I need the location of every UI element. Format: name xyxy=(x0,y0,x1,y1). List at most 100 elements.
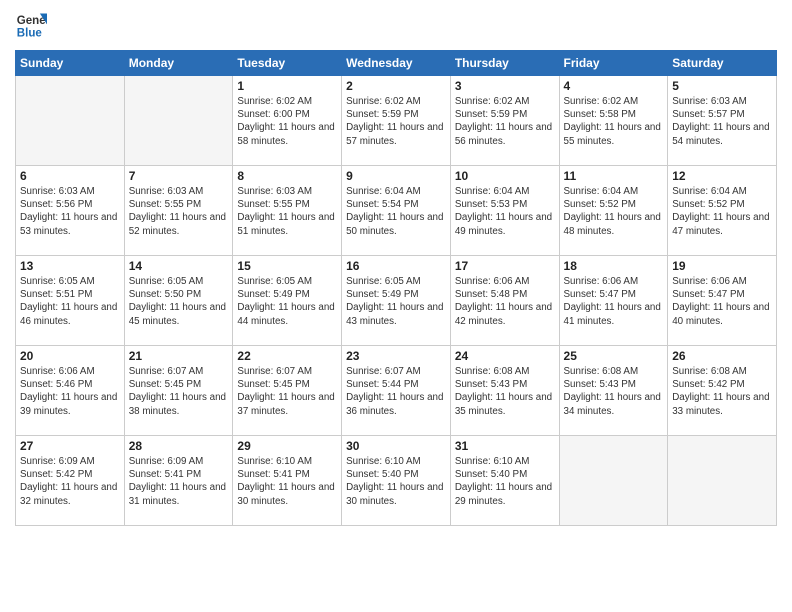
weekday-header-tuesday: Tuesday xyxy=(233,51,342,76)
weekday-header-thursday: Thursday xyxy=(450,51,559,76)
day-number: 9 xyxy=(346,169,446,183)
day-info: Sunrise: 6:08 AM Sunset: 5:42 PM Dayligh… xyxy=(672,365,772,418)
calendar-cell: 9 Sunrise: 6:04 AM Sunset: 5:54 PM Daylig… xyxy=(342,166,451,256)
calendar-cell: 14 Sunrise: 6:05 AM Sunset: 5:50 PM Dayli… xyxy=(124,256,233,346)
calendar-week-4: 20 Sunrise: 6:06 AM Sunset: 5:46 PM Dayli… xyxy=(16,346,777,436)
day-number: 17 xyxy=(455,259,555,273)
calendar-header: SundayMondayTuesdayWednesdayThursdayFrid… xyxy=(16,51,777,76)
calendar-cell: 10 Sunrise: 6:04 AM Sunset: 5:53 PM Dayli… xyxy=(450,166,559,256)
calendar-cell: 25Sunrise: 6:08 AM Sunset: 5:43 PM Dayli… xyxy=(559,346,668,436)
calendar-week-2: 6 Sunrise: 6:03 AM Sunset: 5:56 PM Daylig… xyxy=(16,166,777,256)
calendar-cell: 22 Sunrise: 6:07 AM Sunset: 5:45 PM Dayli… xyxy=(233,346,342,436)
day-info: Sunrise: 6:06 AM Sunset: 5:46 PM Dayligh… xyxy=(20,365,120,418)
calendar-cell: 2 Sunrise: 6:02 AM Sunset: 5:59 PM Daylig… xyxy=(342,76,451,166)
calendar-cell: 28 Sunrise: 6:09 AM Sunset: 5:41 PM Dayli… xyxy=(124,436,233,526)
day-info: Sunrise: 6:02 AM Sunset: 5:58 PM Dayligh… xyxy=(564,95,664,148)
day-info: Sunrise: 6:08 AM Sunset: 5:43 PM Dayligh… xyxy=(564,365,664,418)
day-number: 20 xyxy=(20,349,120,363)
calendar-cell: 17 Sunrise: 6:06 AM Sunset: 5:48 PM Dayli… xyxy=(450,256,559,346)
calendar-cell: 8 Sunrise: 6:03 AM Sunset: 5:55 PM Daylig… xyxy=(233,166,342,256)
calendar-week-5: 27 Sunrise: 6:09 AM Sunset: 5:42 PM Dayli… xyxy=(16,436,777,526)
logo: General Blue xyxy=(15,10,53,42)
day-info: Sunrise: 6:03 AM Sunset: 5:57 PM Dayligh… xyxy=(672,95,772,148)
day-number: 11 xyxy=(564,169,664,183)
day-info: Sunrise: 6:05 AM Sunset: 5:49 PM Dayligh… xyxy=(346,275,446,328)
day-number: 28 xyxy=(129,439,229,453)
day-number: 5 xyxy=(672,79,772,93)
day-number: 19 xyxy=(672,259,772,273)
day-number: 3 xyxy=(455,79,555,93)
day-number: 14 xyxy=(129,259,229,273)
weekday-row: SundayMondayTuesdayWednesdayThursdayFrid… xyxy=(16,51,777,76)
day-number: 12 xyxy=(672,169,772,183)
calendar-cell: 31 Sunrise: 6:10 AM Sunset: 5:40 PM Dayli… xyxy=(450,436,559,526)
day-number: 7 xyxy=(129,169,229,183)
day-info: Sunrise: 6:09 AM Sunset: 5:41 PM Dayligh… xyxy=(129,455,229,508)
calendar-cell xyxy=(16,76,125,166)
day-info: Sunrise: 6:10 AM Sunset: 5:41 PM Dayligh… xyxy=(237,455,337,508)
day-info: Sunrise: 6:04 AM Sunset: 5:52 PM Dayligh… xyxy=(564,185,664,238)
calendar-week-3: 13 Sunrise: 6:05 AM Sunset: 5:51 PM Dayli… xyxy=(16,256,777,346)
day-number: 13 xyxy=(20,259,120,273)
day-number: 18 xyxy=(564,259,664,273)
day-info: Sunrise: 6:03 AM Sunset: 5:55 PM Dayligh… xyxy=(129,185,229,238)
day-info: Sunrise: 6:07 AM Sunset: 5:44 PM Dayligh… xyxy=(346,365,446,418)
day-number: 10 xyxy=(455,169,555,183)
day-info: Sunrise: 6:07 AM Sunset: 5:45 PM Dayligh… xyxy=(237,365,337,418)
calendar-cell: 19 Sunrise: 6:06 AM Sunset: 5:47 PM Dayli… xyxy=(668,256,777,346)
day-number: 21 xyxy=(129,349,229,363)
header: General Blue xyxy=(15,10,777,42)
calendar-body: 1 Sunrise: 6:02 AM Sunset: 6:00 PM Daylig… xyxy=(16,76,777,526)
calendar-cell: 26 Sunrise: 6:08 AM Sunset: 5:42 PM Dayli… xyxy=(668,346,777,436)
calendar-cell: 23Sunrise: 6:07 AM Sunset: 5:44 PM Dayli… xyxy=(342,346,451,436)
logo-icon: General Blue xyxy=(15,10,47,42)
day-info: Sunrise: 6:07 AM Sunset: 5:45 PM Dayligh… xyxy=(129,365,229,418)
day-number: 2 xyxy=(346,79,446,93)
day-number: 27 xyxy=(20,439,120,453)
day-number: 26 xyxy=(672,349,772,363)
day-info: Sunrise: 6:04 AM Sunset: 5:54 PM Dayligh… xyxy=(346,185,446,238)
day-info: Sunrise: 6:09 AM Sunset: 5:42 PM Dayligh… xyxy=(20,455,120,508)
day-number: 15 xyxy=(237,259,337,273)
calendar-week-1: 1 Sunrise: 6:02 AM Sunset: 6:00 PM Daylig… xyxy=(16,76,777,166)
day-number: 6 xyxy=(20,169,120,183)
day-info: Sunrise: 6:02 AM Sunset: 5:59 PM Dayligh… xyxy=(346,95,446,148)
calendar-cell: 1 Sunrise: 6:02 AM Sunset: 6:00 PM Daylig… xyxy=(233,76,342,166)
calendar-cell: 6 Sunrise: 6:03 AM Sunset: 5:56 PM Daylig… xyxy=(16,166,125,256)
day-number: 4 xyxy=(564,79,664,93)
calendar-cell: 12Sunrise: 6:04 AM Sunset: 5:52 PM Dayli… xyxy=(668,166,777,256)
weekday-header-monday: Monday xyxy=(124,51,233,76)
day-info: Sunrise: 6:03 AM Sunset: 5:55 PM Dayligh… xyxy=(237,185,337,238)
day-info: Sunrise: 6:06 AM Sunset: 5:47 PM Dayligh… xyxy=(564,275,664,328)
day-number: 22 xyxy=(237,349,337,363)
day-info: Sunrise: 6:02 AM Sunset: 6:00 PM Dayligh… xyxy=(237,95,337,148)
day-number: 8 xyxy=(237,169,337,183)
day-number: 1 xyxy=(237,79,337,93)
day-info: Sunrise: 6:10 AM Sunset: 5:40 PM Dayligh… xyxy=(455,455,555,508)
day-number: 16 xyxy=(346,259,446,273)
day-info: Sunrise: 6:04 AM Sunset: 5:53 PM Dayligh… xyxy=(455,185,555,238)
day-info: Sunrise: 6:03 AM Sunset: 5:56 PM Dayligh… xyxy=(20,185,120,238)
calendar-cell: 16 Sunrise: 6:05 AM Sunset: 5:49 PM Dayli… xyxy=(342,256,451,346)
calendar-table: SundayMondayTuesdayWednesdayThursdayFrid… xyxy=(15,50,777,526)
calendar-cell: 15Sunrise: 6:05 AM Sunset: 5:49 PM Dayli… xyxy=(233,256,342,346)
calendar-cell: 4 Sunrise: 6:02 AM Sunset: 5:58 PM Daylig… xyxy=(559,76,668,166)
day-info: Sunrise: 6:05 AM Sunset: 5:51 PM Dayligh… xyxy=(20,275,120,328)
day-info: Sunrise: 6:05 AM Sunset: 5:50 PM Dayligh… xyxy=(129,275,229,328)
calendar-cell: 30Sunrise: 6:10 AM Sunset: 5:40 PM Dayli… xyxy=(342,436,451,526)
calendar-cell xyxy=(124,76,233,166)
weekday-header-sunday: Sunday xyxy=(16,51,125,76)
calendar-cell xyxy=(668,436,777,526)
page: General Blue SundayMondayTuesdayWednesda… xyxy=(0,0,792,612)
calendar-cell: 20 Sunrise: 6:06 AM Sunset: 5:46 PM Dayli… xyxy=(16,346,125,436)
calendar-cell: 11 Sunrise: 6:04 AM Sunset: 5:52 PM Dayli… xyxy=(559,166,668,256)
calendar-cell xyxy=(559,436,668,526)
day-number: 30 xyxy=(346,439,446,453)
calendar-cell: 5 Sunrise: 6:03 AM Sunset: 5:57 PM Daylig… xyxy=(668,76,777,166)
calendar-cell: 7 Sunrise: 6:03 AM Sunset: 5:55 PM Daylig… xyxy=(124,166,233,256)
day-info: Sunrise: 6:06 AM Sunset: 5:48 PM Dayligh… xyxy=(455,275,555,328)
day-info: Sunrise: 6:02 AM Sunset: 5:59 PM Dayligh… xyxy=(455,95,555,148)
day-number: 31 xyxy=(455,439,555,453)
calendar-cell: 21 Sunrise: 6:07 AM Sunset: 5:45 PM Dayli… xyxy=(124,346,233,436)
day-info: Sunrise: 6:06 AM Sunset: 5:47 PM Dayligh… xyxy=(672,275,772,328)
